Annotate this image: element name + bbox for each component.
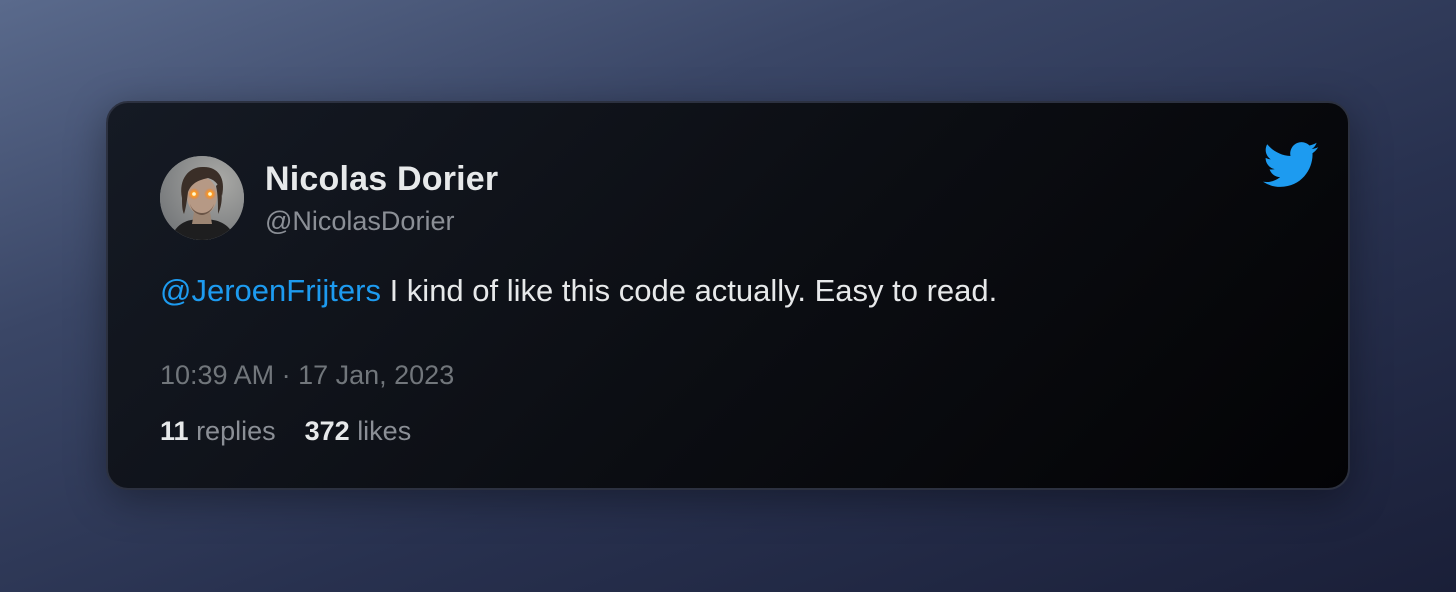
avatar-photo-icon [160, 156, 244, 240]
tweet-stats: 11 replies 372 likes [160, 416, 411, 447]
likes-label: likes [357, 416, 412, 446]
tweet-text: @JeroenFrijters I kind of like this code… [160, 273, 997, 309]
replies-count: 11 [160, 416, 189, 446]
replies-label: replies [196, 416, 276, 446]
author-handle[interactable]: @NicolasDorier [265, 206, 454, 237]
replies-stat[interactable]: 11 replies [160, 416, 276, 446]
tweet-body: I kind of like this code actually. Easy … [380, 273, 998, 308]
author-name[interactable]: Nicolas Dorier [265, 160, 498, 199]
twitter-bird-icon[interactable] [1263, 141, 1319, 189]
likes-stat[interactable]: 372 likes [305, 416, 412, 446]
avatar[interactable] [160, 156, 244, 240]
tweet-card[interactable]: Nicolas Dorier @NicolasDorier @JeroenFri… [106, 101, 1350, 490]
tweet-timestamp[interactable]: 10:39 AM · 17 Jan, 2023 [160, 360, 454, 391]
likes-count: 372 [304, 416, 350, 446]
mention-link[interactable]: @JeroenFrijters [160, 273, 381, 308]
